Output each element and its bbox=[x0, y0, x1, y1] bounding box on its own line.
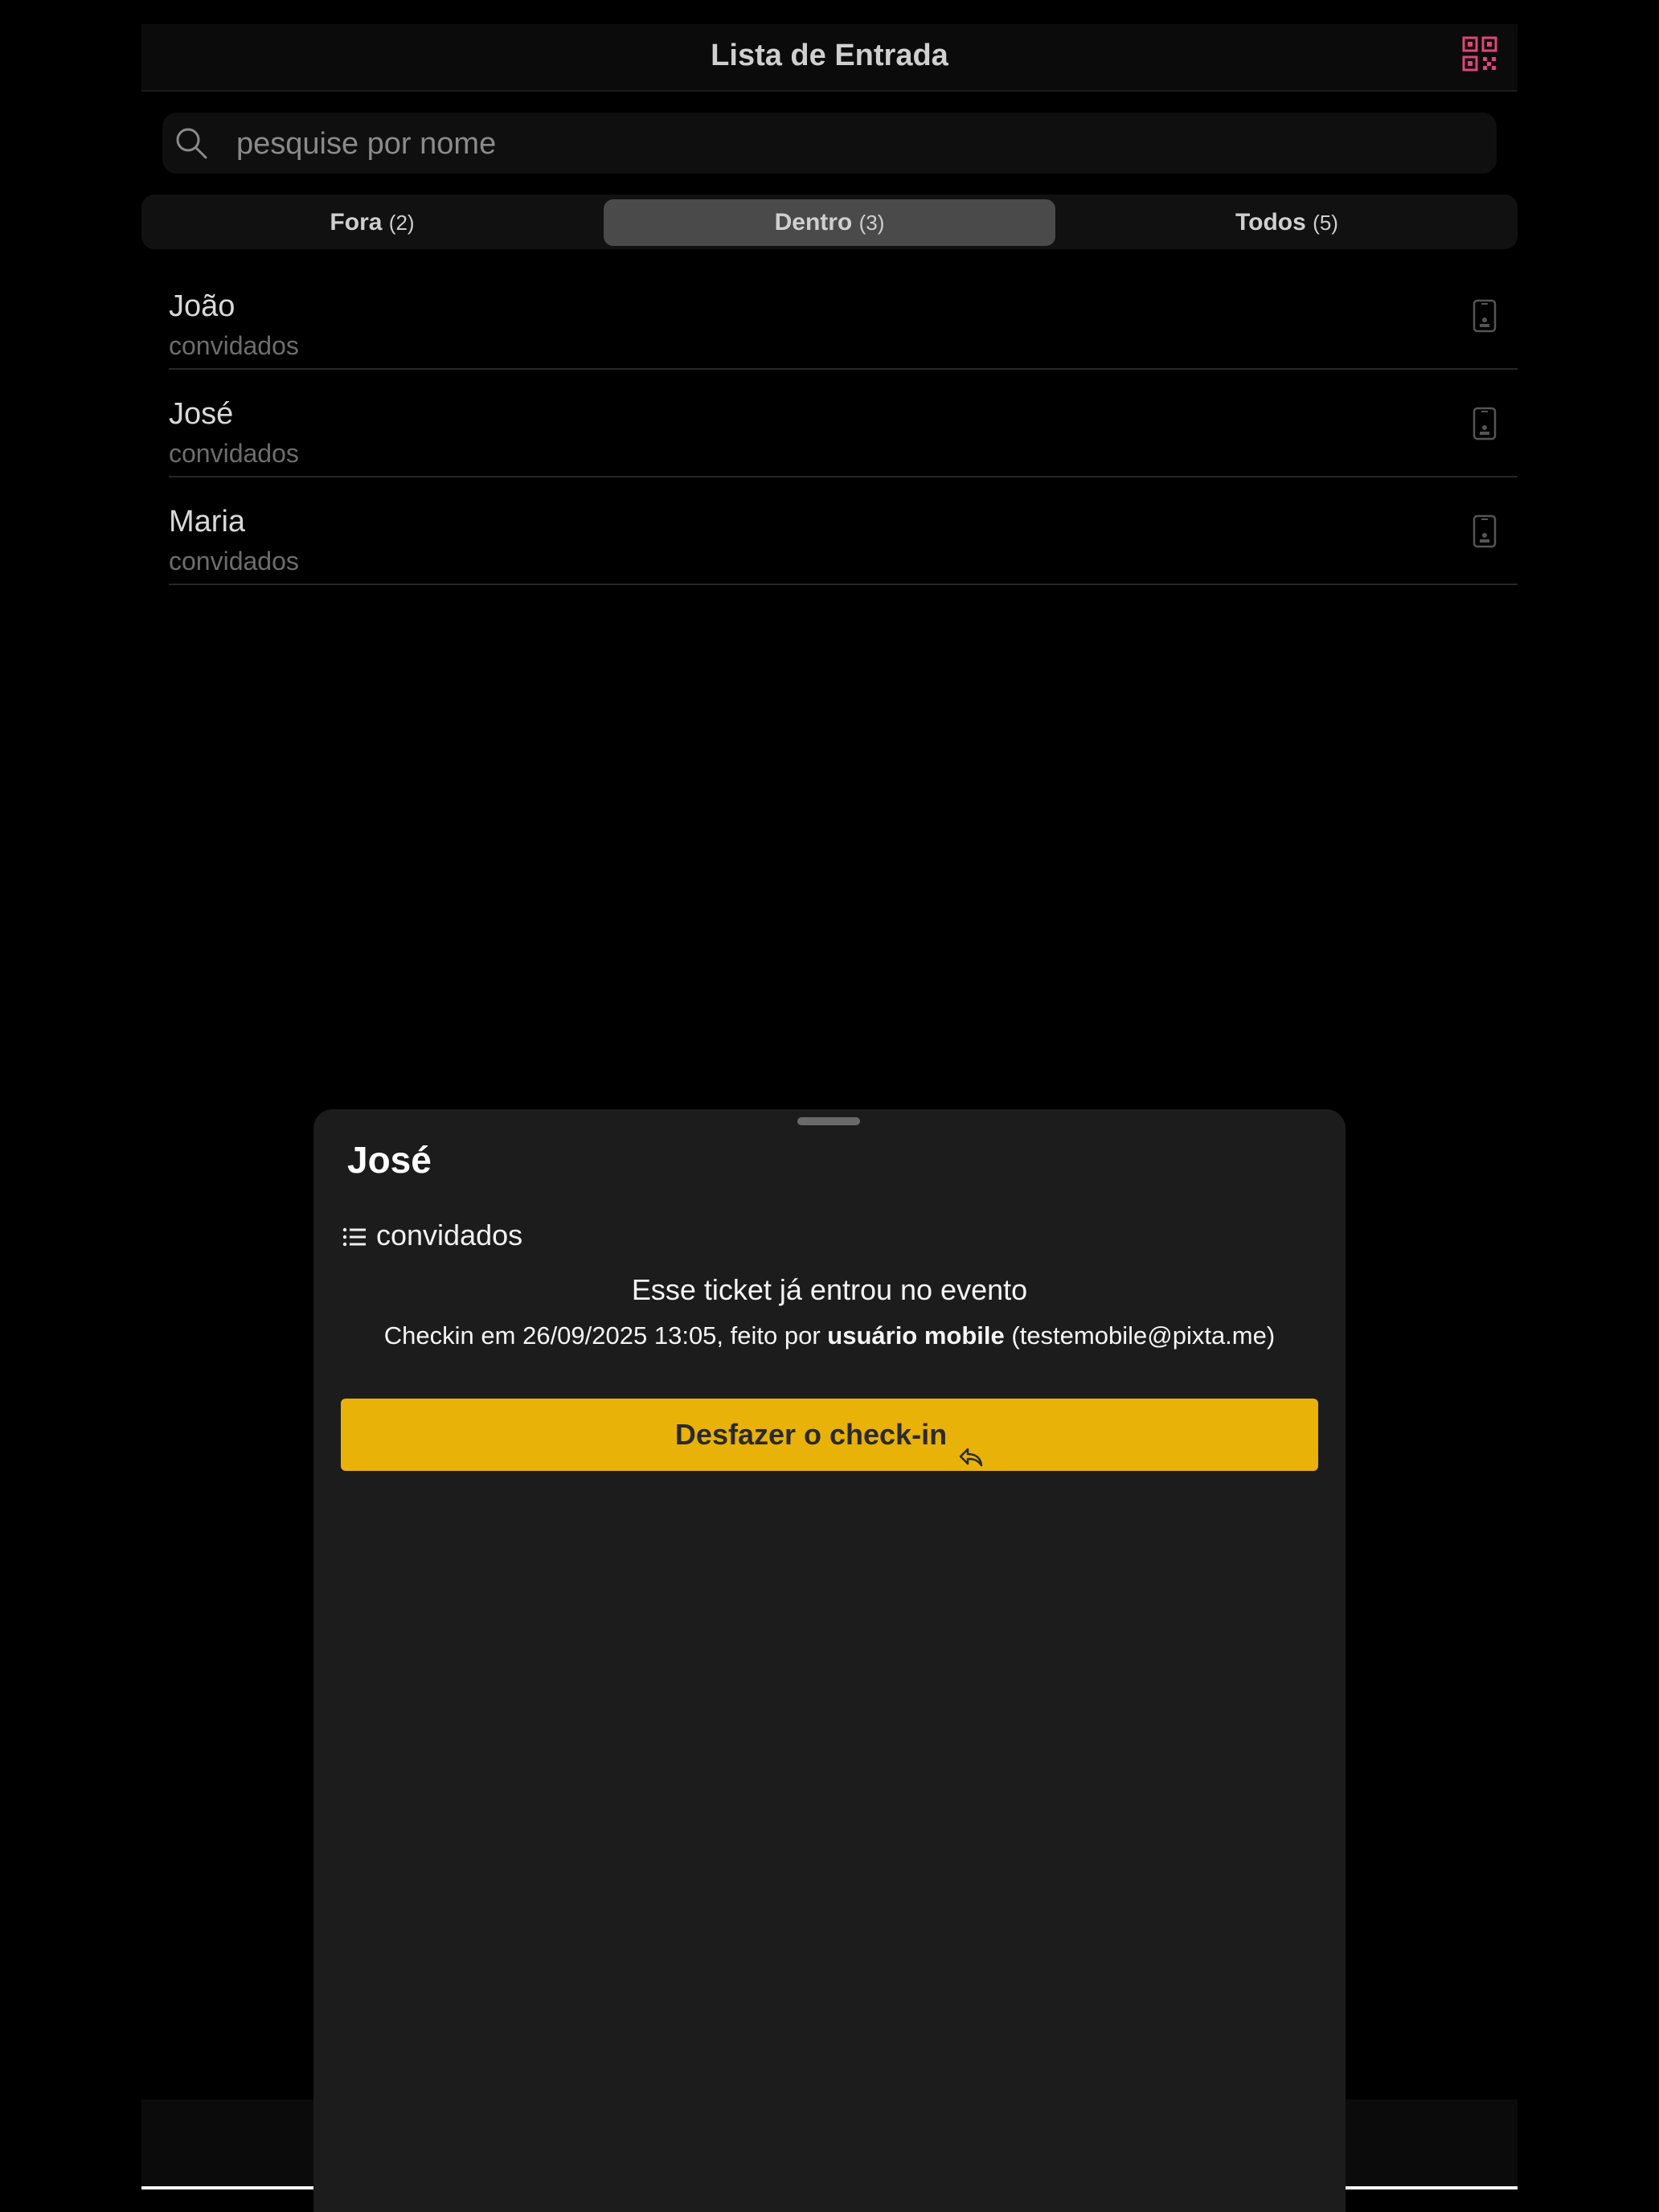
qr-code-icon[interactable] bbox=[1461, 35, 1498, 72]
search-icon bbox=[174, 125, 209, 161]
checkin-time-text: Checkin em 26/09/2025 13:05, feito por bbox=[383, 1321, 828, 1350]
sheet-drag-handle[interactable] bbox=[797, 1117, 860, 1125]
guest-name: Maria bbox=[169, 505, 246, 539]
filter-tabs: Fora (2) Dentro (3) Todos (5) bbox=[141, 195, 1518, 249]
guest-list: João convidados José convidados Maria co… bbox=[169, 262, 1518, 585]
tab-label: Fora bbox=[330, 209, 383, 236]
tab-count: (3) bbox=[858, 211, 885, 235]
tab-todos[interactable]: Todos (5) bbox=[1061, 199, 1513, 246]
tab-label: Dentro bbox=[774, 209, 853, 236]
top-bar: Lista de Entrada bbox=[141, 24, 1518, 92]
tab-label: Todos bbox=[1235, 209, 1306, 236]
mobile-ticket-icon bbox=[1473, 514, 1497, 548]
list-item[interactable]: José convidados bbox=[169, 370, 1518, 477]
list-icon bbox=[342, 1227, 367, 1247]
guest-name: José bbox=[169, 397, 234, 431]
search-bar bbox=[162, 113, 1497, 174]
mobile-ticket-icon bbox=[1473, 407, 1497, 440]
list-item[interactable]: Maria convidados bbox=[169, 477, 1518, 585]
checkin-details: Checkin em 26/09/2025 13:05, feito por u… bbox=[313, 1321, 1346, 1350]
tab-dentro[interactable]: Dentro (3) bbox=[604, 199, 1055, 246]
tab-count: (2) bbox=[388, 211, 415, 235]
guest-group: convidados bbox=[169, 547, 299, 576]
list-item[interactable]: João convidados bbox=[169, 262, 1518, 370]
undo-arrow-icon bbox=[958, 1423, 984, 1467]
search-input[interactable] bbox=[235, 121, 1476, 167]
page-title: Lista de Entrada bbox=[711, 39, 948, 72]
tab-fora[interactable]: Fora (2) bbox=[146, 199, 598, 246]
guest-group: convidados bbox=[169, 331, 299, 360]
guest-name: João bbox=[169, 289, 236, 323]
mobile-ticket-icon bbox=[1473, 299, 1497, 333]
checkin-user: usuário mobile bbox=[827, 1321, 1005, 1350]
tab-count: (5) bbox=[1313, 211, 1338, 235]
undo-checkin-button[interactable]: Desfazer o check-in bbox=[341, 1399, 1318, 1471]
guest-group: convidados bbox=[169, 439, 299, 468]
checkin-status-message: Esse ticket já entrou no evento bbox=[631, 1273, 1028, 1306]
sheet-guest-name: José bbox=[347, 1139, 432, 1181]
checkin-email: (testemobile@pixta.me) bbox=[1004, 1321, 1276, 1350]
guest-detail-sheet: José convidados Esse ticket já entrou no… bbox=[313, 1109, 1346, 2212]
undo-checkin-label: Desfazer o check-in bbox=[674, 1418, 948, 1451]
sheet-list-label: convidados bbox=[376, 1219, 523, 1251]
